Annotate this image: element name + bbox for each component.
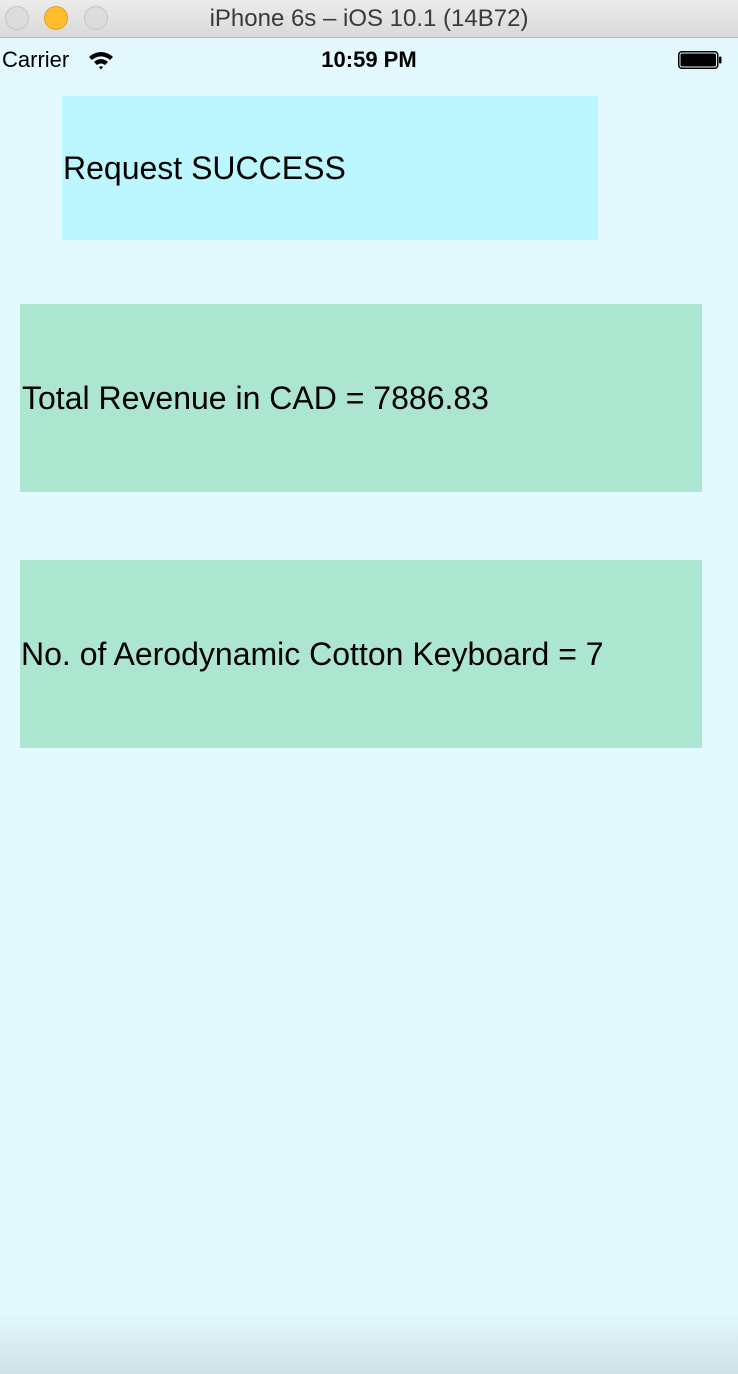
request-status-text: Request SUCCESS [63,149,346,186]
bottom-edge-shade [0,1310,738,1374]
status-time: 10:59 PM [321,47,417,72]
product-count-text: No. of Aerodynamic Cotton Keyboard = 7 [21,635,604,672]
total-revenue-label: Total Revenue in CAD = 7886.83 [20,304,702,492]
total-revenue-text: Total Revenue in CAD = 7886.83 [22,379,489,416]
window-titlebar: iPhone 6s – iOS 10.1 (14B72) [0,0,738,38]
window-title: iPhone 6s – iOS 10.1 (14B72) [209,5,529,32]
ios-status-bar: Carrier 10:59 PM [0,39,738,81]
battery-icon [678,51,722,69]
simulator-window: iPhone 6s – iOS 10.1 (14B72) Carrier 10:… [0,0,738,1374]
request-status-label: Request SUCCESS [62,96,598,240]
product-count-label: No. of Aerodynamic Cotton Keyboard = 7 [20,560,702,748]
